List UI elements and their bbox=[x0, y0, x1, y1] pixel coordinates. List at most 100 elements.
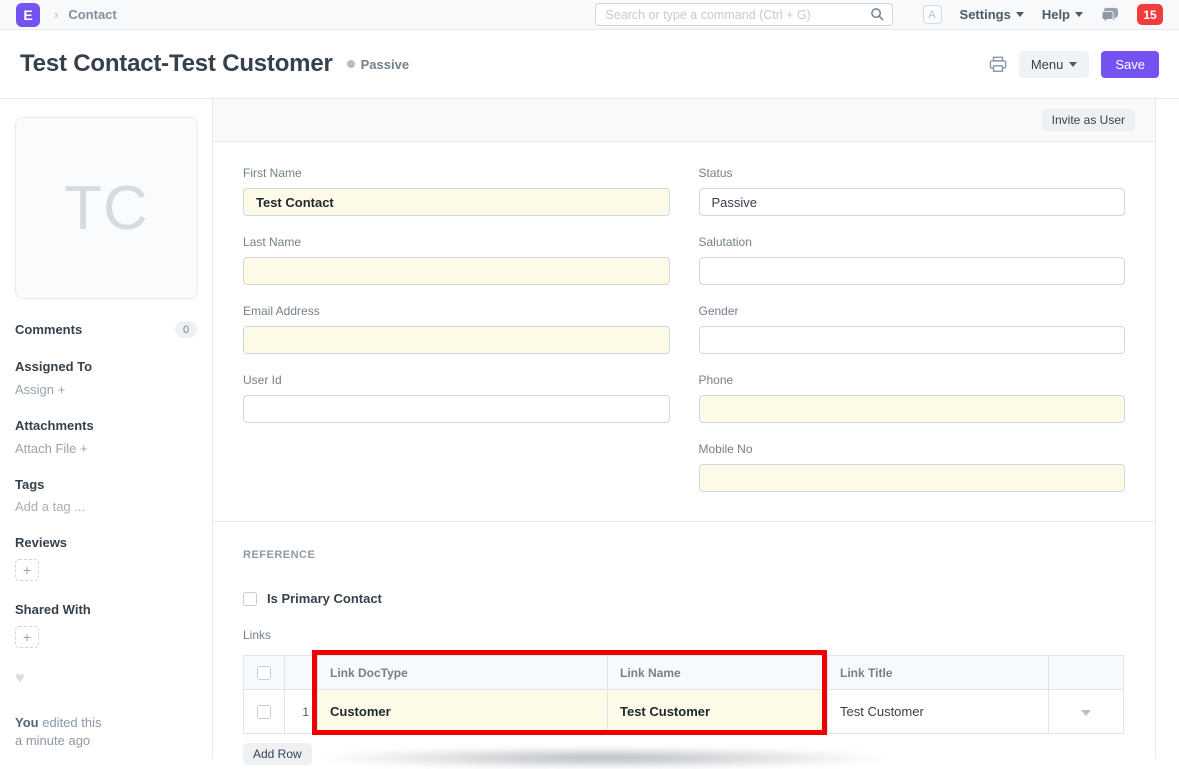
field-user-id: User Id bbox=[243, 373, 670, 423]
page-head: Test Contact-Test Customer Passive Menu … bbox=[0, 30, 1179, 99]
table-row: 1 Customer Test Customer Test Customer bbox=[244, 690, 1124, 734]
field-label: Salutation bbox=[699, 235, 1126, 249]
chevron-down-icon bbox=[1075, 12, 1083, 17]
print-icon[interactable] bbox=[989, 56, 1007, 73]
help-menu[interactable]: Help bbox=[1042, 7, 1083, 22]
field-empty bbox=[243, 442, 670, 492]
user-id-input[interactable] bbox=[243, 395, 670, 423]
breadcrumb-chevron-icon: › bbox=[54, 7, 58, 22]
last-name-input[interactable] bbox=[243, 257, 670, 285]
field-salutation: Salutation bbox=[699, 235, 1126, 285]
first-name-input[interactable]: Test Contact bbox=[243, 188, 670, 216]
table-header-row: Link DocType Link Name Link Title bbox=[244, 656, 1124, 690]
mobile-no-input[interactable] bbox=[699, 464, 1126, 492]
row-actions-cell bbox=[1049, 690, 1124, 734]
navbar: E › Contact A Settings Help 15 bbox=[0, 0, 1179, 30]
is-primary-contact-checkbox[interactable] bbox=[243, 592, 257, 606]
field-label: Email Address bbox=[243, 304, 670, 318]
search-input[interactable] bbox=[595, 3, 893, 26]
email-address-input[interactable] bbox=[243, 326, 670, 354]
layout: TC Comments 0 Assigned To Assign + Attac… bbox=[0, 99, 1179, 759]
header-link-title: Link Title bbox=[828, 656, 1049, 690]
field-status: Status Passive bbox=[699, 166, 1126, 216]
header-actions-cell bbox=[1049, 656, 1124, 690]
field-label: Status bbox=[699, 166, 1126, 180]
settings-menu[interactable]: Settings bbox=[960, 7, 1024, 22]
form-body: First Name Test Contact Status Passive L… bbox=[213, 142, 1155, 765]
breadcrumb[interactable]: Contact bbox=[68, 7, 116, 22]
page-actions: Menu Save bbox=[989, 51, 1159, 78]
notifications-badge[interactable]: 15 bbox=[1137, 4, 1163, 25]
section-divider bbox=[213, 521, 1155, 522]
links-grid: Link DocType Link Name Link Title 1 Cust… bbox=[243, 655, 1123, 765]
reviews-label: Reviews bbox=[15, 535, 197, 550]
phone-input[interactable] bbox=[699, 395, 1126, 423]
field-label: Gender bbox=[699, 304, 1126, 318]
link-title-cell[interactable]: Test Customer bbox=[828, 690, 1049, 734]
select-all-checkbox[interactable] bbox=[257, 666, 271, 680]
is-primary-contact-label: Is Primary Contact bbox=[267, 591, 382, 606]
right-gap bbox=[1156, 99, 1179, 759]
is-primary-contact-field[interactable]: Is Primary Contact bbox=[243, 591, 1125, 606]
field-gender: Gender bbox=[699, 304, 1126, 354]
user-avatar[interactable]: A bbox=[923, 5, 942, 24]
status-indicator: Passive bbox=[347, 57, 409, 72]
search-icon bbox=[870, 7, 885, 27]
sidebar-section-tags: Tags Add a tag ... bbox=[15, 477, 197, 514]
field-label: Phone bbox=[699, 373, 1126, 387]
salutation-input[interactable] bbox=[699, 257, 1126, 285]
menu-label: Menu bbox=[1031, 57, 1064, 72]
sidebar: TC Comments 0 Assigned To Assign + Attac… bbox=[0, 99, 213, 759]
fields-grid: First Name Test Contact Status Passive L… bbox=[243, 166, 1125, 492]
contact-avatar[interactable]: TC bbox=[15, 117, 198, 299]
add-review-button[interactable]: + bbox=[15, 559, 39, 581]
edited-info: You edited this a minute ago bbox=[15, 714, 197, 750]
sidebar-section-assigned-to: Assigned To Assign + bbox=[15, 359, 197, 397]
comments-count: 0 bbox=[175, 321, 197, 338]
links-label: Links bbox=[243, 628, 1125, 642]
main-form: Invite as User First Name Test Contact S… bbox=[213, 99, 1156, 759]
comments-label: Comments bbox=[15, 322, 82, 337]
avatar-initials: TC bbox=[64, 173, 149, 244]
chevron-down-icon bbox=[1016, 12, 1024, 17]
link-name-cell[interactable]: Test Customer bbox=[608, 690, 828, 734]
page-title: Test Contact-Test Customer bbox=[20, 50, 333, 78]
row-checkbox[interactable] bbox=[257, 705, 271, 719]
help-label: Help bbox=[1042, 7, 1070, 22]
settings-label: Settings bbox=[960, 7, 1011, 22]
like-heart-icon[interactable]: ♥ bbox=[15, 670, 197, 688]
add-share-button[interactable]: + bbox=[15, 626, 39, 648]
app-logo[interactable]: E bbox=[16, 3, 40, 27]
field-label: User Id bbox=[243, 373, 670, 387]
link-doctype-cell[interactable]: Customer bbox=[318, 690, 608, 734]
invite-as-user-button[interactable]: Invite as User bbox=[1042, 109, 1135, 131]
attachments-label: Attachments bbox=[15, 418, 197, 433]
menu-button[interactable]: Menu bbox=[1019, 51, 1090, 78]
add-tag-input[interactable]: Add a tag ... bbox=[15, 499, 197, 514]
attach-file-button[interactable]: Attach File + bbox=[15, 441, 197, 456]
tags-label: Tags bbox=[15, 477, 197, 492]
field-last-name: Last Name bbox=[243, 235, 670, 285]
add-row-button[interactable]: Add Row bbox=[243, 743, 312, 765]
chevron-down-icon bbox=[1069, 62, 1077, 67]
links-table: Link DocType Link Name Link Title 1 Cust… bbox=[243, 655, 1124, 734]
form-toolbar: Invite as User bbox=[213, 99, 1155, 142]
save-button[interactable]: Save bbox=[1101, 51, 1159, 78]
header-link-doctype: Link DocType bbox=[318, 656, 608, 690]
assigned-to-label: Assigned To bbox=[15, 359, 197, 374]
row-dropdown-icon[interactable] bbox=[1081, 710, 1091, 716]
sidebar-item-comments[interactable]: Comments 0 bbox=[15, 321, 197, 338]
gender-input[interactable] bbox=[699, 326, 1126, 354]
assign-button[interactable]: Assign + bbox=[15, 382, 197, 397]
header-select-cell bbox=[244, 656, 285, 690]
status-input[interactable]: Passive bbox=[699, 188, 1126, 216]
sidebar-section-attachments: Attachments Attach File + bbox=[15, 418, 197, 456]
status-dot-icon bbox=[347, 60, 355, 68]
chat-icon[interactable] bbox=[1101, 7, 1119, 23]
row-select-cell bbox=[244, 690, 285, 734]
reference-section-label: REFERENCE bbox=[243, 549, 1125, 561]
global-search bbox=[595, 3, 893, 26]
header-index-cell bbox=[285, 656, 318, 690]
edited-action: edited this bbox=[42, 715, 101, 730]
field-label: First Name bbox=[243, 166, 670, 180]
